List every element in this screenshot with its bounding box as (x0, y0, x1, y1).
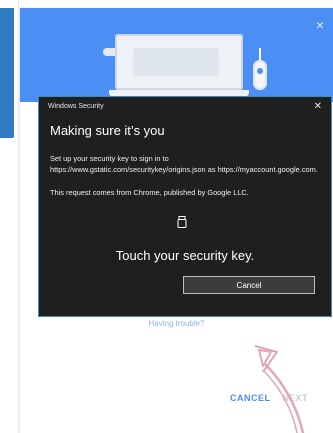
laptop-screen-inner (133, 48, 219, 76)
key-body (253, 60, 267, 90)
background-page (0, 0, 19, 433)
windows-security-dialog: Windows Security ✕ Making sure it’s you … (38, 96, 332, 317)
close-icon[interactable]: ✕ (314, 101, 322, 112)
window-title: Windows Security (48, 103, 104, 110)
dialog-heading: Making sure it’s you (50, 123, 165, 138)
curved-arrow-icon (254, 345, 305, 433)
touch-security-key-text: Touch your security key. (115, 248, 255, 263)
security-key-illustration (253, 48, 267, 92)
cancel-button[interactable]: Cancel (183, 276, 315, 294)
having-trouble-link[interactable]: Having trouble? (20, 319, 333, 328)
key-cable (259, 48, 261, 60)
key-hole (257, 68, 263, 74)
dialog-header: × (20, 8, 333, 102)
close-icon[interactable]: × (316, 18, 324, 32)
dialog-body-text: Set up your security key to sign in to h… (50, 154, 318, 174)
usb-key-icon (177, 216, 187, 228)
laptop-screen (115, 34, 243, 90)
laptop-illustration (103, 34, 249, 98)
dialog-source-text: This request comes from Chrome, publishe… (50, 188, 249, 197)
background-blue-panel (0, 8, 14, 138)
